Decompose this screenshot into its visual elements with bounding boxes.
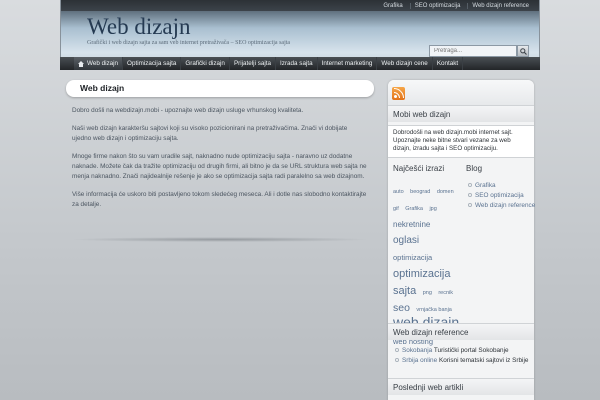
tag-link[interactable]: seo xyxy=(393,302,410,314)
nav-item-kontakt[interactable]: Kontakt xyxy=(433,57,464,70)
nav-item-izrada-sajta[interactable]: Izrada sajta xyxy=(276,57,318,70)
main-nav: Web dizajn Optimizacija sajta Grafički d… xyxy=(60,57,540,70)
bullet-icon xyxy=(395,358,399,362)
tags-heading: Najčešći izrazi xyxy=(393,164,445,173)
reference-text: Turistički portal Sokobanje xyxy=(433,347,509,354)
bullet-icon xyxy=(468,203,472,207)
bullet-icon xyxy=(468,183,472,187)
post-divider xyxy=(70,237,370,242)
tag-link[interactable]: auto xyxy=(393,189,404,195)
site-tagline: Grafički i web dizajn sajta za sam veb i… xyxy=(87,40,291,46)
references-list: Sokobanja Turistički portal Sokobanje Sr… xyxy=(393,346,533,366)
reference-item: Srbija online Korisni tematski sajtovi i… xyxy=(393,356,533,365)
search-input[interactable] xyxy=(429,45,517,57)
blog-link[interactable]: Grafika xyxy=(475,182,496,189)
tag-link[interactable]: nekretnine xyxy=(393,220,430,229)
tag-link[interactable]: png xyxy=(423,290,432,296)
mobi-widget-text: Dobrodošli na web dizajn.mobi internet s… xyxy=(388,125,534,158)
top-link-grafika[interactable]: Grafika xyxy=(379,3,406,9)
tag-link[interactable]: domen xyxy=(437,189,454,195)
tag-link[interactable]: beograd xyxy=(410,189,430,195)
blog-heading: Blog xyxy=(466,164,483,173)
search-icon xyxy=(519,47,527,55)
search-button[interactable] xyxy=(517,45,529,57)
post-body: Dobro došli na webdizajn.mobi - upoznajt… xyxy=(72,106,368,218)
reference-text: Korisni tematski sajtovi iz Srbije xyxy=(438,357,529,364)
latest-articles-heading: Poslednji web artikli xyxy=(388,378,534,395)
top-links-bar: Grafika SEO optimizacija Web dizajn refe… xyxy=(61,0,539,11)
references-heading: Web dizajn reference xyxy=(388,323,534,340)
blog-list: Grafika SEO optimizacija Web dizajn refe… xyxy=(466,181,536,211)
site-title[interactable]: Web dizajn xyxy=(87,14,191,40)
blog-link[interactable]: Web dizajn reference xyxy=(475,202,535,209)
blog-list-item[interactable]: Grafika xyxy=(466,181,536,190)
rss-feed-icon[interactable] xyxy=(392,87,405,100)
blog-list-item[interactable]: Web dizajn reference xyxy=(466,201,536,210)
top-link-web-dizajn-reference[interactable]: Web dizajn reference xyxy=(467,2,533,9)
reference-link[interactable]: Srbija online xyxy=(402,357,437,364)
bullet-icon xyxy=(468,193,472,197)
nav-item-web-dizajn[interactable]: Web dizajn xyxy=(74,57,124,70)
post-paragraph: Dobro došli na webdizajn.mobi - upoznajt… xyxy=(72,107,304,114)
nav-item-optimizacija-sajta[interactable]: Optimizacija sajta xyxy=(123,57,182,70)
post-title: Web dizajn xyxy=(66,80,374,97)
tag-link[interactable]: gif xyxy=(393,206,399,212)
post-paragraph: Naši web dizajn karakteršu sajtovi koji … xyxy=(72,125,348,142)
tag-link[interactable]: oglasi xyxy=(393,235,419,247)
nav-item-web-dizajn-cene[interactable]: Web dizajn cene xyxy=(377,57,433,70)
bullet-icon xyxy=(395,348,399,352)
nav-item-label: Web dizajn xyxy=(87,60,119,67)
tag-link[interactable]: recnik xyxy=(438,290,453,296)
home-icon xyxy=(78,60,84,67)
nav-item-internet-marketing[interactable]: Internet marketing xyxy=(318,57,378,70)
nav-item-graficki-dizajn[interactable]: Grafički dizajn xyxy=(181,57,230,70)
search-form xyxy=(429,45,529,57)
tag-link[interactable]: optimizacija xyxy=(393,253,432,262)
top-link-seo-optimizacija[interactable]: SEO optimizacija xyxy=(409,2,465,9)
post-paragraph: Više informacija će uskoro biti postavlj… xyxy=(72,191,367,208)
blog-link[interactable]: SEO optimizacija xyxy=(475,192,524,199)
post-paragraph: Mnoge firme nakon što su vam uradile saj… xyxy=(72,153,367,180)
tag-link[interactable]: Grafika xyxy=(405,206,423,212)
mobi-widget-heading: Mobi web dizajn xyxy=(388,105,534,122)
tag-link[interactable]: vrnjačka banja xyxy=(416,307,451,313)
blog-list-item[interactable]: SEO optimizacija xyxy=(466,191,536,200)
tag-link[interactable]: jpg xyxy=(429,206,436,212)
reference-link[interactable]: Sokobanja xyxy=(402,347,432,354)
reference-item: Sokobanja Turistički portal Sokobanje xyxy=(393,346,533,355)
nav-item-prijatelji-sajta[interactable]: Prijatelji sajta xyxy=(230,57,277,70)
rss-box xyxy=(388,80,534,105)
